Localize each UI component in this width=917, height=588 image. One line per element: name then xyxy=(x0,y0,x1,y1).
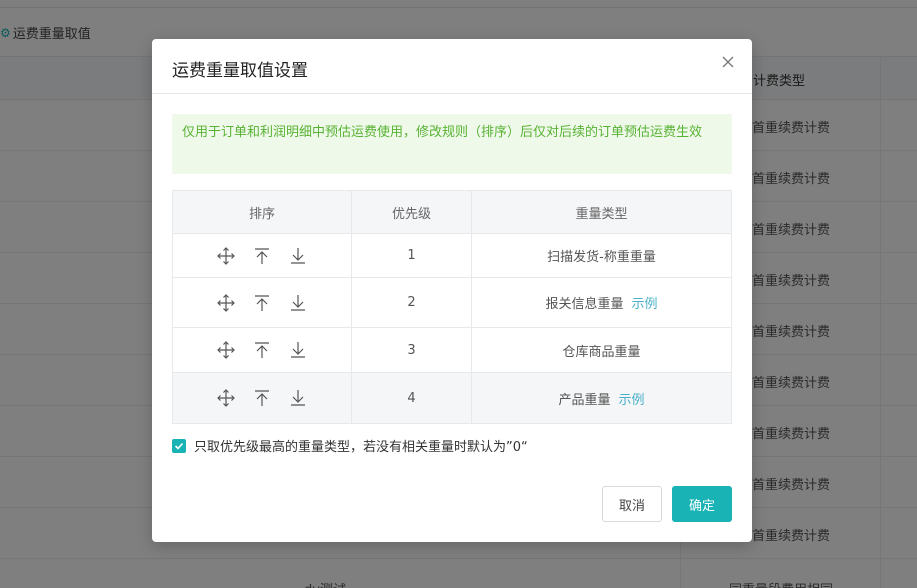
weight-setting-dialog: 运费重量取值设置 仅用于订单和利润明细中预估运费使用，修改规则（排序）后仅对后续… xyxy=(152,39,752,542)
weight-type-cell: 报关信息重量 示例 xyxy=(472,278,731,327)
highest-priority-option: 只取优先级最高的重量类型，若没有相关重量时默认为”0“ xyxy=(172,436,528,455)
weight-type-label: 扫描发货-称重重量 xyxy=(547,250,656,265)
dialog-header: 运费重量取值设置 xyxy=(152,39,752,94)
table-row: 2 报关信息重量 示例 xyxy=(173,278,731,328)
move-down-icon[interactable] xyxy=(288,246,308,266)
move-to-top-icon[interactable] xyxy=(252,340,272,360)
move-to-top-icon[interactable] xyxy=(252,293,272,313)
move-icon[interactable] xyxy=(216,340,236,360)
weight-type-cell: 产品重量 示例 xyxy=(472,373,731,423)
example-link[interactable]: 示例 xyxy=(632,293,658,312)
move-icon[interactable] xyxy=(216,388,236,408)
table-row: 3 仓库商品重量 xyxy=(173,328,731,373)
move-down-icon[interactable] xyxy=(288,340,308,360)
table-header-row: 排序 优先级 重量类型 xyxy=(173,191,731,234)
move-to-top-icon[interactable] xyxy=(252,388,272,408)
example-link[interactable]: 示例 xyxy=(619,389,645,408)
checkmark-icon xyxy=(174,442,184,450)
move-down-icon[interactable] xyxy=(288,293,308,313)
priority-table: 排序 优先级 重量类型 1 扫描发货-称重重量 2 报关信息重量 示例 3 仓库… xyxy=(172,190,732,424)
header-priority: 优先级 xyxy=(352,191,472,233)
weight-type-label: 产品重量 xyxy=(558,392,611,408)
header-sort: 排序 xyxy=(173,191,352,233)
header-weight-type: 重量类型 xyxy=(575,206,628,222)
table-row: 4 产品重量 示例 xyxy=(173,373,731,423)
notice-text: 仅用于订单和利润明细中预估运费使用，修改规则（排序）后仅对后续的订单预估运费生效 xyxy=(182,125,703,140)
cancel-button[interactable]: 取消 xyxy=(602,486,662,522)
highest-priority-checkbox[interactable] xyxy=(172,438,186,453)
confirm-button[interactable]: 确定 xyxy=(672,486,732,522)
dialog-title: 运费重量取值设置 xyxy=(172,61,308,81)
move-to-top-icon[interactable] xyxy=(252,246,272,266)
priority-cell: 2 xyxy=(352,278,472,327)
sort-cell xyxy=(173,328,352,372)
sort-cell xyxy=(173,234,352,277)
weight-type-cell: 仓库商品重量 xyxy=(472,328,731,372)
priority-cell: 4 xyxy=(352,373,472,423)
sort-cell xyxy=(173,373,352,423)
table-row: 1 扫描发货-称重重量 xyxy=(173,234,731,278)
priority-cell: 1 xyxy=(352,234,472,277)
move-icon[interactable] xyxy=(216,293,236,313)
weight-type-label: 报关信息重量 xyxy=(545,297,624,312)
page: ⚙ 运费重量取值 计费类型 首重续费计费 首重续费计费 首重续费计费 首重续费计… xyxy=(0,0,917,588)
move-icon[interactable] xyxy=(216,246,236,266)
priority-cell: 3 xyxy=(352,328,472,372)
weight-type-cell: 扫描发货-称重重量 xyxy=(472,234,731,277)
close-button[interactable] xyxy=(717,51,739,73)
checkbox-label: 只取优先级最高的重量类型，若没有相关重量时默认为”0“ xyxy=(194,440,528,455)
notice-banner: 仅用于订单和利润明细中预估运费使用，修改规则（排序）后仅对后续的订单预估运费生效 xyxy=(172,114,732,174)
sort-cell xyxy=(173,278,352,327)
weight-type-label: 仓库商品重量 xyxy=(562,344,641,360)
close-icon xyxy=(722,56,734,68)
move-down-icon[interactable] xyxy=(288,388,308,408)
